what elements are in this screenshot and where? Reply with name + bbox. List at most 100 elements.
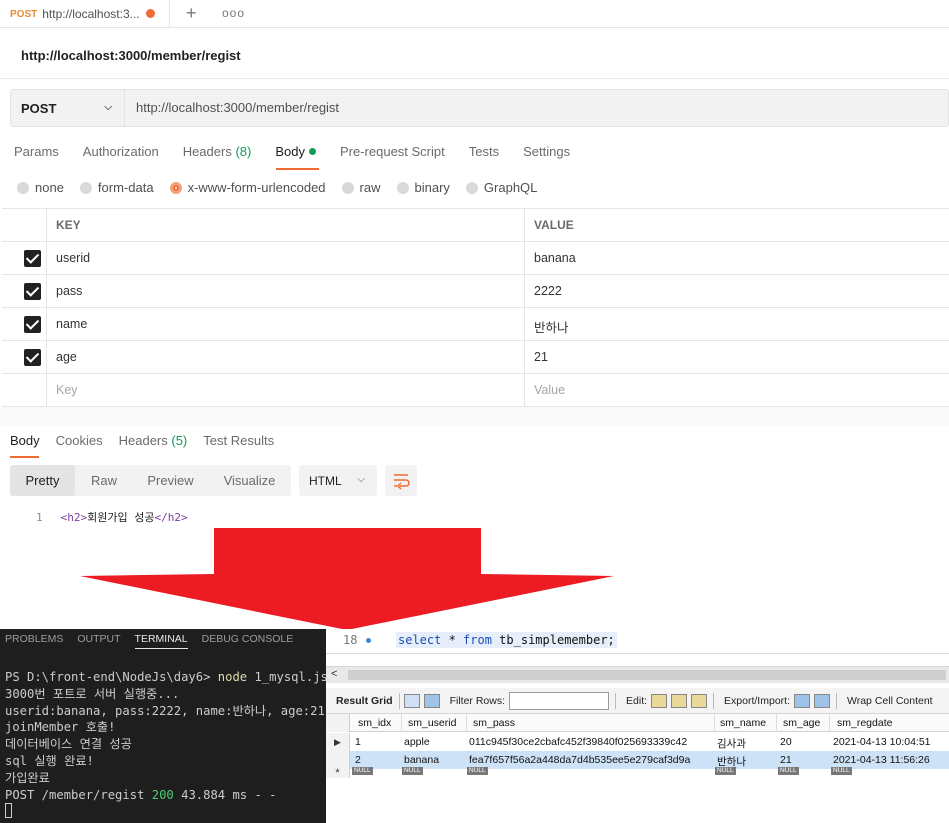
param-key[interactable]: userid — [56, 251, 90, 265]
tab-settings[interactable]: Settings — [523, 144, 570, 159]
refresh-icon[interactable] — [423, 693, 440, 708]
scroll-thumb[interactable] — [348, 670, 946, 680]
param-value[interactable]: banana — [534, 251, 576, 265]
grid-cell[interactable]: 011c945f30ce2cbafc452f39840f025693339c42 — [469, 736, 687, 748]
view-pretty-button[interactable]: Pretty — [10, 465, 75, 496]
param-key[interactable]: pass — [56, 284, 82, 298]
column-divider — [524, 242, 525, 275]
wrap-cell-label[interactable]: Wrap Cell Content — [847, 695, 933, 707]
response-code-line: 1 <h2>회원가입 성공</h2> — [36, 509, 188, 525]
terminal-line: sql 실행 완료! — [5, 753, 94, 768]
grid-cell[interactable]: 20 — [780, 736, 792, 748]
radio-graphql[interactable]: GraphQL — [465, 180, 538, 195]
more-tabs-icon[interactable]: ooo — [222, 6, 245, 20]
tab-tests[interactable]: Tests — [469, 144, 499, 159]
tab-problems[interactable]: PROBLEMS — [5, 629, 63, 649]
response-tab-test-results[interactable]: Test Results — [203, 433, 274, 448]
terminal-output[interactable]: PS D:\front-end\NodeJs\day6> node 1_mysq… — [5, 669, 328, 820]
grid-cell[interactable]: 김사과 — [717, 736, 746, 751]
format-select[interactable]: HTML ⌵ — [299, 465, 377, 496]
checkbox-checked-icon[interactable] — [24, 316, 41, 333]
response-headers-label: Headers — [118, 433, 168, 448]
column-header[interactable]: sm_name — [720, 717, 766, 729]
radio-binary[interactable]: binary — [396, 180, 450, 195]
tab-pre-request-script[interactable]: Pre-request Script — [340, 144, 445, 159]
response-tab-headers[interactable]: Headers (5) — [119, 433, 188, 448]
param-value[interactable]: 2222 — [534, 284, 562, 298]
radio-urlencoded[interactable]: x-www-form-urlencoded — [169, 180, 326, 195]
tab-params[interactable]: Params — [14, 144, 59, 159]
tab-terminal[interactable]: TERMINAL — [134, 629, 188, 649]
export-icon[interactable] — [794, 693, 810, 708]
params-header-row: KEY VALUE — [2, 209, 949, 242]
response-tab-cookies[interactable]: Cookies — [56, 433, 103, 448]
horizontal-scrollbar[interactable]: < — [326, 666, 949, 683]
request-tab[interactable]: POST http://localhost:3... — [0, 0, 170, 28]
delete-row-icon[interactable] — [691, 693, 708, 708]
radio-raw[interactable]: raw — [341, 180, 381, 195]
filter-rows-input[interactable] — [509, 691, 610, 710]
table-row[interactable]: ▶ 1 apple 011c945f30ce2cbafc452f39840f02… — [326, 733, 949, 751]
response-tab-body[interactable]: Body — [10, 433, 40, 448]
param-key[interactable]: name — [56, 317, 87, 331]
grid-cell[interactable]: banana — [404, 754, 439, 766]
wrap-lines-button[interactable] — [385, 465, 417, 496]
param-value[interactable]: 21 — [534, 350, 548, 364]
grid-cell[interactable]: fea7f657f56a2a448da7d4b535ee5e279caf3d9a — [469, 754, 690, 766]
tab-body[interactable]: Body — [275, 144, 316, 159]
divider — [836, 692, 837, 709]
import-icon[interactable] — [814, 693, 830, 708]
checkbox-cell — [2, 308, 47, 341]
edit-row-icon[interactable] — [651, 693, 668, 708]
grid-cell[interactable]: 2 — [355, 754, 361, 766]
grid-cell[interactable]: apple — [404, 736, 430, 748]
null-badge: NULL — [831, 767, 852, 775]
sql-keyword: select — [398, 633, 442, 647]
checkbox-checked-icon[interactable] — [24, 283, 41, 300]
view-raw-button[interactable]: Raw — [75, 465, 133, 496]
tab-output[interactable]: OUTPUT — [77, 629, 120, 649]
column-divider — [829, 714, 830, 732]
column-header[interactable]: sm_age — [783, 717, 820, 729]
tab-debug-console[interactable]: DEBUG CONSOLE — [202, 629, 294, 649]
view-preview-button[interactable]: Preview — [133, 465, 208, 496]
terminal-line: joinMember 호출! — [5, 720, 116, 735]
column-divider — [524, 341, 525, 374]
param-value[interactable]: 반하나 — [534, 317, 569, 336]
url-input[interactable]: http://localhost:3000/member/regist — [136, 100, 339, 115]
add-row-icon[interactable] — [671, 693, 688, 708]
radio-form-data[interactable]: form-data — [79, 180, 154, 195]
method-select[interactable]: POST ⌵ — [10, 89, 125, 127]
radio-none[interactable]: none — [17, 180, 64, 195]
grid-view-icon[interactable] — [403, 693, 420, 708]
key-placeholder[interactable]: Key — [56, 383, 78, 397]
grid-cell[interactable]: 21 — [780, 754, 792, 766]
tab-body-label: Body — [275, 144, 305, 159]
column-header[interactable]: sm_regdate — [837, 717, 892, 729]
column-header[interactable]: sm_pass — [473, 717, 515, 729]
grid-cell[interactable]: 1 — [355, 736, 361, 748]
scroll-left-icon[interactable]: < — [331, 668, 337, 680]
checkbox-checked-icon[interactable] — [24, 250, 41, 267]
body-indicator-dot-icon — [308, 148, 316, 155]
param-key[interactable]: age — [56, 350, 77, 364]
tab-authorization[interactable]: Authorization — [83, 144, 159, 159]
grid-cell[interactable]: 2021-04-13 10:04:51 — [833, 736, 931, 748]
sql-editor[interactable]: 18 select * from tb_simplemember; — [326, 629, 949, 654]
value-placeholder[interactable]: Value — [534, 383, 565, 397]
new-row[interactable]: * NULL NULL NULL NULL NULL NULL — [326, 766, 949, 779]
table-row: userid banana — [2, 242, 949, 275]
result-grid-label[interactable]: Result Grid — [336, 695, 393, 707]
grid-cell[interactable]: 2021-04-13 11:56:26 — [833, 754, 930, 766]
view-visualize-button[interactable]: Visualize — [208, 465, 291, 496]
radio-label: GraphQL — [483, 180, 538, 195]
tab-headers[interactable]: Headers (8) — [183, 144, 252, 159]
column-header[interactable]: sm_userid — [408, 717, 456, 729]
column-header[interactable]: sm_idx — [358, 717, 391, 729]
divider — [713, 692, 715, 709]
checkbox-checked-icon[interactable] — [24, 349, 41, 366]
new-tab-plus-icon[interactable]: + — [186, 3, 197, 24]
result-toolbar: Result Grid Filter Rows: Edit: Export/Im… — [326, 688, 949, 714]
null-badge: NULL — [352, 767, 373, 775]
column-divider — [466, 714, 467, 732]
